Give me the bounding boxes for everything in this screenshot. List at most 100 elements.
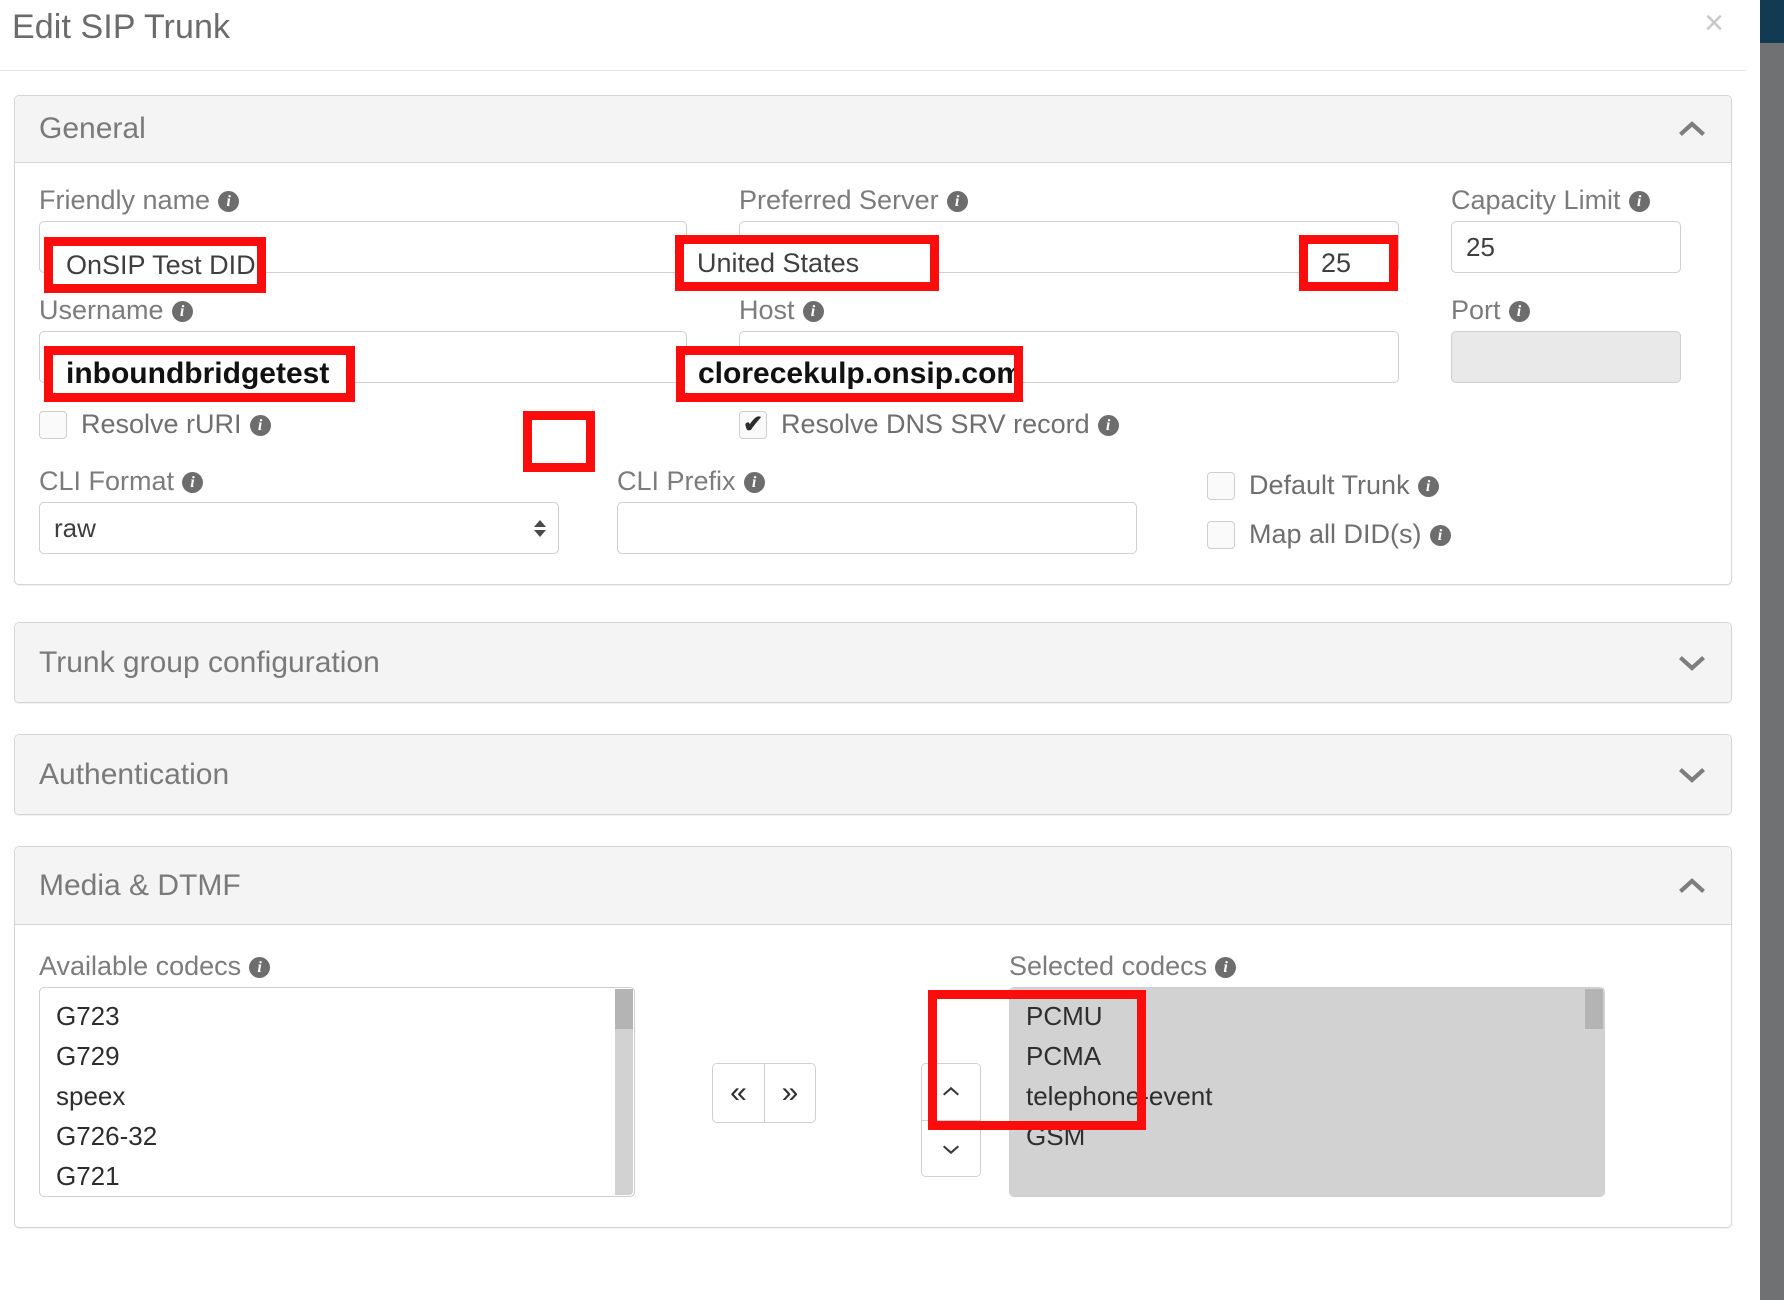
modal-backdrop-strip [1760, 0, 1784, 1300]
friendly-name-input[interactable] [39, 221, 687, 273]
info-icon[interactable]: i [1628, 191, 1650, 212]
info-icon[interactable]: i [1215, 957, 1237, 978]
list-item[interactable]: G726-32 [40, 1116, 634, 1156]
default-trunk-checkbox[interactable] [1207, 471, 1235, 500]
panel-trunk-group-configuration: Trunk group configuration [14, 622, 1732, 703]
label-cli-format-text: CLI Format [39, 466, 175, 496]
selected-codecs-scrollbar[interactable] [1585, 989, 1603, 1195]
label-cli-format: CLI Format i [39, 466, 559, 497]
move-down-button[interactable] [922, 1120, 980, 1176]
info-icon[interactable]: i [1097, 415, 1119, 436]
resolve-dns-srv-checkbox[interactable]: ✔ [739, 410, 767, 439]
move-left-button[interactable]: « [713, 1064, 764, 1122]
panel-media-dtmf: Media & DTMF Available codecs i G723 G72… [14, 846, 1732, 1228]
move-right-button[interactable]: » [764, 1064, 815, 1122]
list-item[interactable]: telephone-event [1010, 1076, 1604, 1116]
preferred-server-select[interactable]: United States [739, 221, 1399, 273]
port-input [1451, 331, 1681, 383]
capacity-limit-input[interactable] [1451, 221, 1681, 273]
codec-reorder-buttons [921, 1063, 981, 1177]
info-icon[interactable]: i [802, 301, 824, 322]
info-icon[interactable]: i [1417, 476, 1439, 497]
list-item[interactable]: GSM [1010, 1116, 1604, 1156]
panel-header-general[interactable]: General [15, 96, 1731, 163]
available-codecs-block: Available codecs i G723 G729 speex G726-… [39, 951, 635, 1197]
panel-title-trunk-group-configuration: Trunk group configuration [39, 645, 380, 679]
cli-prefix-input[interactable] [617, 502, 1137, 554]
info-icon[interactable]: i [218, 191, 240, 212]
available-codecs-scrollbar[interactable] [615, 989, 633, 1195]
chevron-up-icon [942, 1086, 960, 1096]
label-resolve-dns-srv: Resolve DNS SRV record i [781, 409, 1119, 440]
info-icon[interactable]: i [1508, 301, 1530, 322]
chevron-up-icon[interactable] [1679, 116, 1705, 142]
general-row-2: Username i Host i Po [39, 295, 1707, 383]
transfer-buttons-block: « » [635, 951, 893, 1197]
info-icon[interactable]: i [1429, 525, 1451, 546]
label-friendly-name: Friendly name i [39, 185, 687, 216]
checkbox-resolve-ruri-row[interactable]: Resolve rURI i [39, 409, 739, 440]
panel-body-media-dtmf: Available codecs i G723 G729 speex G726-… [15, 925, 1731, 1227]
move-up-button[interactable] [922, 1064, 980, 1120]
available-codecs-listbox[interactable]: G723 G729 speex G726-32 G721 [39, 987, 635, 1197]
label-map-all-dids: Map all DID(s) i [1249, 519, 1451, 550]
checkbox-default-trunk-row[interactable]: Default Trunk i [1207, 470, 1451, 501]
chevron-down-icon[interactable] [1679, 762, 1705, 788]
panel-title-general: General [39, 112, 146, 145]
label-selected-codecs-text: Selected codecs [1009, 951, 1208, 981]
label-capacity-limit-text: Capacity Limit [1451, 185, 1621, 215]
cli-format-select[interactable]: raw [39, 502, 559, 554]
selected-codecs-listbox[interactable]: PCMU PCMA telephone-event GSM [1009, 987, 1605, 1197]
list-item[interactable]: speex [40, 1076, 634, 1116]
general-row-3: Resolve rURI i ✔ Resolve DNS SRV record … [39, 409, 1707, 440]
field-friendly-name: Friendly name i [39, 185, 687, 273]
info-icon[interactable]: i [743, 472, 765, 493]
info-icon[interactable]: i [249, 957, 271, 978]
chevron-up-icon[interactable] [1679, 873, 1705, 899]
general-row-1: Friendly name i Preferred Server i Unit [39, 185, 1707, 273]
reorder-buttons-block [893, 951, 1009, 1197]
page-title: Edit SIP Trunk [12, 8, 231, 46]
panel-body-general: Friendly name i Preferred Server i Unit [15, 163, 1731, 584]
host-input[interactable] [739, 331, 1399, 383]
checkbox-resolve-dns-srv-row[interactable]: ✔ Resolve DNS SRV record i [739, 409, 1119, 440]
list-item[interactable]: G721 [40, 1156, 634, 1196]
map-all-dids-checkbox[interactable] [1207, 520, 1235, 549]
list-item[interactable]: PCMA [1010, 1036, 1604, 1076]
list-item[interactable]: G729 [40, 1036, 634, 1076]
list-item[interactable]: G723 [40, 996, 634, 1036]
general-right-checkboxes: Default Trunk i Map all DID(s) i [1207, 466, 1451, 554]
label-default-trunk-text: Default Trunk [1249, 470, 1410, 500]
info-icon[interactable]: i [182, 472, 204, 493]
list-item[interactable]: PCMU [1010, 996, 1604, 1036]
general-row-4: CLI Format i raw CLI Prefix i Default Tr… [39, 466, 1707, 554]
field-username: Username i [39, 295, 687, 383]
scrollbar-thumb[interactable] [1585, 989, 1603, 1029]
info-icon[interactable]: i [249, 415, 271, 436]
chevron-down-icon[interactable] [1679, 650, 1705, 676]
info-icon[interactable]: i [946, 191, 968, 212]
label-host-text: Host [739, 295, 795, 325]
label-host: Host i [739, 295, 1399, 326]
label-friendly-name-text: Friendly name [39, 185, 211, 215]
label-resolve-dns-srv-text: Resolve DNS SRV record [781, 409, 1090, 439]
panel-header-authentication[interactable]: Authentication [15, 735, 1731, 814]
panel-header-media-dtmf[interactable]: Media & DTMF [15, 847, 1731, 925]
label-cli-prefix-text: CLI Prefix [617, 466, 736, 496]
resolve-ruri-checkbox[interactable] [39, 410, 67, 439]
app-header-strip [1760, 0, 1784, 43]
scrollbar-thumb[interactable] [615, 989, 633, 1029]
info-icon[interactable]: i [171, 301, 193, 322]
field-port: Port i [1451, 295, 1681, 383]
modal-header: Edit SIP Trunk × [0, 0, 1746, 71]
page-right-edge [1746, 0, 1760, 1300]
selected-codecs-options: PCMU PCMA telephone-event GSM [1010, 988, 1604, 1196]
close-icon[interactable]: × [1698, 6, 1730, 40]
checkbox-map-all-dids-row[interactable]: Map all DID(s) i [1207, 519, 1451, 550]
label-username: Username i [39, 295, 687, 326]
label-preferred-server-text: Preferred Server [739, 185, 939, 215]
screen-root: Edit SIP Trunk × General Friendly name i [0, 0, 1784, 1300]
label-resolve-ruri: Resolve rURI i [81, 409, 271, 440]
username-input[interactable] [39, 331, 687, 383]
panel-header-trunk-group-configuration[interactable]: Trunk group configuration [15, 623, 1731, 702]
